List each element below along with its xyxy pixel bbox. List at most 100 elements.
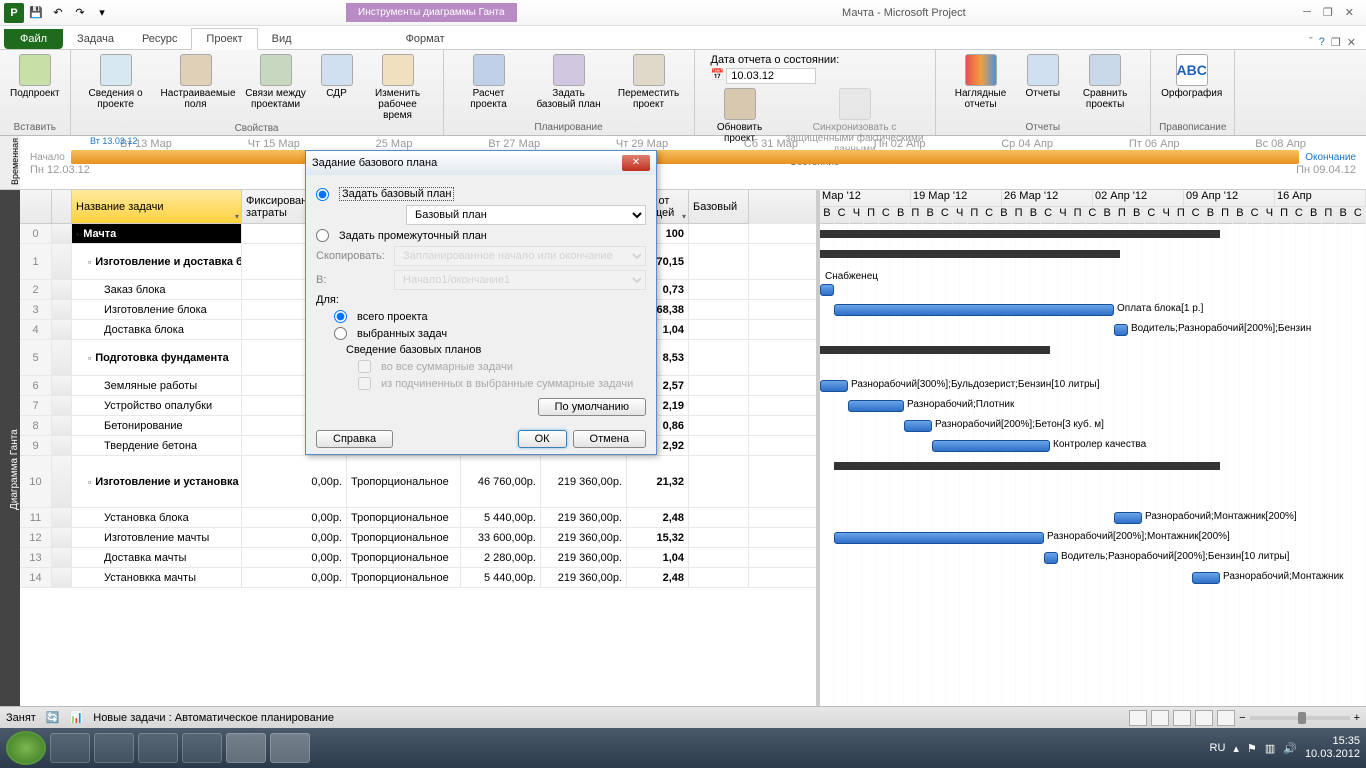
zoom-out-icon[interactable]: − xyxy=(1239,712,1245,724)
tray-action-icon[interactable]: ⚑ xyxy=(1247,742,1257,755)
refresh-icon[interactable]: 🔄 xyxy=(46,711,60,724)
windows-taskbar: RU ▴ ⚑ ▥ 🔊 15:3510.03.2012 xyxy=(0,728,1366,768)
minimize-icon[interactable]: ─ xyxy=(1303,6,1311,19)
gantt-row: Разнорабочий;Монтажник[200%] xyxy=(820,508,1366,528)
bar-label: Разнорабочий;Монтажник[200%] xyxy=(1141,511,1297,522)
move-project-button[interactable]: Переместить проект xyxy=(612,52,686,112)
task-bar[interactable]: Оплата блока[1 р.] xyxy=(834,304,1114,316)
task-bar[interactable]: Контролер качества xyxy=(932,440,1050,452)
timeline-pane: Временная Вт 13.03.12 Вт 13 МарЧт 15 Мар… xyxy=(0,136,1366,190)
task-bar[interactable]: Водитель;Разнорабочий[200%];Бензин xyxy=(1114,324,1128,336)
restore-icon[interactable]: ❐ xyxy=(1323,6,1333,19)
wbs-button[interactable]: СДР xyxy=(319,52,355,101)
col-indicator[interactable] xyxy=(52,190,72,224)
gantt-row xyxy=(820,244,1366,280)
calendar-icon[interactable]: 📅 xyxy=(711,68,725,84)
table-row[interactable]: 10▫Изготовление и установка мачты на бло… xyxy=(20,456,816,508)
col-taskname[interactable]: Название задачи▾ xyxy=(72,190,242,224)
tray-volume-icon[interactable]: 🔊 xyxy=(1283,742,1297,755)
tray-flag-icon[interactable]: ▴ xyxy=(1233,742,1239,755)
subproject-button[interactable]: Подпроект xyxy=(8,52,62,101)
taskbar-project-icon[interactable] xyxy=(226,733,266,763)
taskbar-ie-icon[interactable] xyxy=(50,733,90,763)
view-resource-icon[interactable] xyxy=(1195,710,1213,726)
spellcheck-button[interactable]: ABCОрфография xyxy=(1159,52,1224,101)
gantt-row: Водитель;Разнорабочий[200%];Бензин xyxy=(820,320,1366,340)
task-bar[interactable]: Снабженец xyxy=(820,284,834,296)
view-sheet-icon[interactable] xyxy=(1217,710,1235,726)
reports-button[interactable]: Отчеты xyxy=(1024,52,1063,101)
view-usage-icon[interactable] xyxy=(1151,710,1169,726)
summary-bar[interactable] xyxy=(820,230,1220,238)
status-date-input[interactable] xyxy=(726,68,816,84)
tray-lang[interactable]: RU xyxy=(1210,742,1226,754)
label-rollup: Сведение базовых планов xyxy=(346,344,481,356)
table-row[interactable]: 13Доставка мачты0,00р.Тропорциональное2 … xyxy=(20,548,816,568)
check-to-all-summary xyxy=(358,360,371,373)
baseline-select[interactable]: Базовый план xyxy=(406,205,646,225)
tab-project[interactable]: Проект xyxy=(191,28,257,50)
view-gantt-icon[interactable] xyxy=(1129,710,1147,726)
set-baseline-button[interactable]: Задать базовый план xyxy=(532,52,606,112)
mdi-restore-icon[interactable]: ❐ xyxy=(1331,36,1341,49)
tray-clock[interactable]: 15:3510.03.2012 xyxy=(1305,735,1360,761)
cancel-button[interactable]: Отмена xyxy=(573,430,646,448)
custom-fields-button[interactable]: Настраиваемые поля xyxy=(159,52,233,112)
redo-icon[interactable]: ↷ xyxy=(70,3,90,23)
compare-projects-button[interactable]: Сравнить проекты xyxy=(1068,52,1142,112)
view-team-icon[interactable] xyxy=(1173,710,1191,726)
task-bar[interactable]: Разнорабочий[200%];Монтажник[200%] xyxy=(834,532,1044,544)
radio-set-baseline[interactable] xyxy=(316,188,329,201)
change-worktime-button[interactable]: Изменить рабочее время xyxy=(361,52,435,123)
task-bar[interactable]: Разнорабочий;Плотник xyxy=(848,400,904,412)
tab-resource[interactable]: Ресурс xyxy=(128,29,191,49)
radio-set-interim[interactable] xyxy=(316,229,329,242)
tab-view[interactable]: Вид xyxy=(258,29,306,49)
tab-format[interactable]: Формат xyxy=(386,29,465,49)
taskbar-media-icon[interactable] xyxy=(138,733,178,763)
summary-bar[interactable] xyxy=(834,462,1220,470)
summary-bar[interactable] xyxy=(820,250,1120,258)
file-tab[interactable]: Файл xyxy=(4,29,63,49)
help-icon[interactable]: ? xyxy=(1319,36,1325,49)
taskbar-explorer-icon[interactable] xyxy=(94,733,134,763)
tab-task[interactable]: Задача xyxy=(63,29,128,49)
table-row[interactable]: 12Изготовление мачты0,00р.Тропорциональн… xyxy=(20,528,816,548)
timeline-bar[interactable] xyxy=(71,150,1299,164)
dialog-close-icon[interactable]: ✕ xyxy=(622,155,650,171)
taskbar-app-icon[interactable] xyxy=(182,733,222,763)
start-button[interactable] xyxy=(6,731,46,765)
ok-button[interactable]: ОК xyxy=(518,430,567,448)
summary-bar[interactable] xyxy=(820,346,1050,354)
gantt-body[interactable]: СнабженецОплата блока[1 р.]Водитель;Разн… xyxy=(820,224,1366,734)
col-id[interactable] xyxy=(20,190,52,224)
undo-icon[interactable]: ↶ xyxy=(48,3,68,23)
zoom-slider[interactable] xyxy=(1250,716,1350,720)
mdi-close-icon[interactable]: ✕ xyxy=(1347,36,1356,49)
radio-selected-tasks[interactable] xyxy=(334,327,347,340)
close-icon[interactable]: ✕ xyxy=(1345,6,1354,19)
help-button[interactable]: Справка xyxy=(316,430,393,448)
task-bar[interactable]: Водитель;Разнорабочий[200%];Бензин[10 ли… xyxy=(1044,552,1058,564)
task-bar[interactable]: Разнорабочий;Монтажник[200%] xyxy=(1114,512,1142,524)
zoom-in-icon[interactable]: + xyxy=(1354,712,1360,724)
defaults-button[interactable]: По умолчанию xyxy=(538,398,646,416)
tray-network-icon[interactable]: ▥ xyxy=(1265,742,1275,755)
bar-label: Разнорабочий;Монтажник xyxy=(1219,571,1344,582)
task-bar[interactable]: Разнорабочий[300%];Бульдозерист;Бензин[1… xyxy=(820,380,848,392)
table-row[interactable]: 11Установка блока0,00р.Тропорциональное5… xyxy=(20,508,816,528)
task-bar[interactable]: Разнорабочий[200%];Бетон[3 куб. м] xyxy=(904,420,932,432)
qat-customize-icon[interactable]: ▾ xyxy=(92,3,112,23)
ribbon-minimize-icon[interactable]: ˇ xyxy=(1309,36,1313,49)
status-bar: Занят 🔄 📊 Новые задачи : Автоматическое … xyxy=(0,706,1366,728)
taskbar-word-icon[interactable] xyxy=(270,733,310,763)
task-bar[interactable]: Разнорабочий;Монтажник xyxy=(1192,572,1220,584)
save-icon[interactable]: 💾 xyxy=(26,3,46,23)
col-baseline[interactable]: Базовый xyxy=(689,190,749,224)
links-button[interactable]: Связи между проектами xyxy=(239,52,313,112)
radio-whole-project[interactable] xyxy=(334,310,347,323)
calculate-button[interactable]: Расчет проекта xyxy=(452,52,526,112)
project-info-button[interactable]: Сведения о проекте xyxy=(79,52,153,112)
table-row[interactable]: 14Установкка мачты0,00р.Тропорциональное… xyxy=(20,568,816,588)
visual-reports-button[interactable]: Наглядные отчеты xyxy=(944,52,1018,112)
